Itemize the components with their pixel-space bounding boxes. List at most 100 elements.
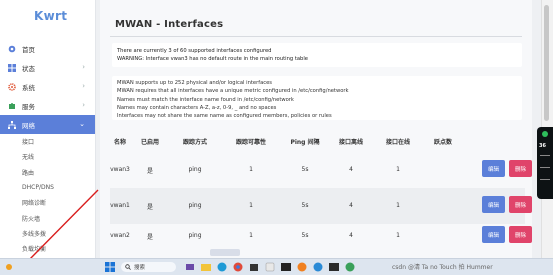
main-content: MWAN - Interfaces There are currently 3 … xyxy=(96,0,536,258)
windows-start-icon[interactable] xyxy=(105,262,115,272)
cell-interval: 5s xyxy=(301,232,309,239)
delete-button[interactable]: 删除 xyxy=(509,160,532,177)
cell-reliability: 1 xyxy=(249,202,253,209)
taskbar-search[interactable]: 搜索 xyxy=(121,262,176,272)
cell-interval: 5s xyxy=(301,166,309,173)
sidebar-subitem-wireless[interactable]: 无线 xyxy=(0,149,95,164)
sidebar-subitem-routes[interactable]: 路由 xyxy=(0,165,95,180)
delete-button[interactable]: 删除 xyxy=(509,196,532,213)
file-explorer-icon[interactable] xyxy=(201,262,211,272)
col-metric: 跃点数 xyxy=(433,139,453,146)
sidebar-item-label: 首页 xyxy=(22,45,35,54)
sidebar-item-status[interactable]: 状态 › xyxy=(0,58,95,77)
col-name: 名称 xyxy=(113,139,127,146)
info-line: MWAN requires that all interfaces have a… xyxy=(117,88,349,95)
divider xyxy=(540,179,550,180)
grid-icon xyxy=(8,63,16,72)
title-divider xyxy=(110,36,522,37)
search-icon xyxy=(125,264,131,270)
divider xyxy=(540,155,550,156)
store-icon[interactable] xyxy=(249,262,259,272)
sidebar-subitem-load-balancing[interactable]: 负载均衡 xyxy=(0,241,95,256)
cell-method: ping xyxy=(188,232,202,239)
app-icon[interactable] xyxy=(297,262,307,272)
sidebar: Kwrt 首页 状态 › 系统 › 服务 › 网络 ⌄ 接口 无线 路由 DHC… xyxy=(0,0,96,258)
sidebar-subitem-multiwan[interactable]: 多线多拨 xyxy=(0,226,95,241)
weather-icon[interactable] xyxy=(4,262,14,272)
info-line: Names must match the interface name foun… xyxy=(117,96,294,103)
app-icon[interactable] xyxy=(345,262,355,272)
edge-browser-icon[interactable] xyxy=(217,262,227,272)
task-view-icon[interactable] xyxy=(185,262,195,272)
sidebar-subitem-dhcp-dns[interactable]: DHCP/DNS xyxy=(0,180,95,195)
cell-reliability: 1 xyxy=(249,166,253,173)
table-row: vwan2 是 ping 1 5s 4 1 编辑 删除 xyxy=(110,218,532,254)
notice-warning: WARNING: Interface vwan3 has no default … xyxy=(117,56,308,62)
puzzle-icon xyxy=(8,102,16,110)
table-header: 名称 已启用 跟踪方式 跟踪可靠性 Ping 间隔 接口离线 接口在线 跃点数 xyxy=(100,133,532,147)
horizontal-scrollbar[interactable] xyxy=(210,249,240,256)
sidebar-item-label: 系统 xyxy=(22,83,35,92)
info-line: Interfaces may not share the same name a… xyxy=(117,113,332,120)
sidebar-item-label: 服务 xyxy=(22,102,35,111)
col-reliability: 跟踪可靠性 xyxy=(235,139,267,146)
sidebar-item-label: 网络 xyxy=(22,121,35,130)
app-icon[interactable] xyxy=(313,262,323,272)
network-icon xyxy=(8,120,16,129)
sidebar-item-label: 状态 xyxy=(22,64,35,73)
status-notice: There are currently 3 of 60 supported in… xyxy=(112,43,522,67)
status-dot-icon xyxy=(542,131,548,137)
app-logo[interactable]: Kwrt xyxy=(34,9,67,23)
terminal-icon[interactable] xyxy=(281,262,291,272)
col-iface-down: 接口离线 xyxy=(338,139,364,146)
sidebar-item-services[interactable]: 服务 › xyxy=(0,96,95,115)
sidebar-subitem-diagnostics[interactable]: 网络诊断 xyxy=(0,195,95,210)
sidebar-item-system[interactable]: 系统 › xyxy=(0,77,95,96)
cell-enabled: 是 xyxy=(146,168,154,175)
cell-up: 1 xyxy=(396,232,400,239)
cell-enabled: 是 xyxy=(146,204,154,211)
page-title: MWAN - Interfaces xyxy=(115,19,224,30)
sidebar-subitem-interfaces[interactable]: 接口 xyxy=(0,134,95,149)
col-track-method: 跟踪方式 xyxy=(182,139,208,146)
watermark-text: csdn @清 Ta no Touch 拍 Hummer xyxy=(392,264,493,271)
sidebar-item-network[interactable]: 网络 ⌄ xyxy=(0,115,95,134)
info-line: MWAN supports up to 252 physical and/or … xyxy=(117,80,272,86)
search-placeholder: 搜索 xyxy=(134,265,146,271)
info-notice: MWAN supports up to 252 physical and/or … xyxy=(112,76,522,120)
cell-up: 1 xyxy=(396,166,400,173)
info-line: Names may contain characters A-Z, a-z, 0… xyxy=(117,104,277,111)
sidebar-item-home[interactable]: 首页 xyxy=(0,39,95,58)
cell-name: vwan2 xyxy=(110,232,130,239)
content-panel: MWAN - Interfaces There are currently 3 … xyxy=(100,0,532,258)
sidebar-menu: 首页 状态 › 系统 › 服务 › 网络 ⌄ 接口 无线 路由 DHCP/DNS… xyxy=(0,39,95,256)
gear-icon xyxy=(8,82,16,91)
edit-button[interactable]: 编辑 xyxy=(482,226,505,243)
vertical-scrollbar-thumb[interactable] xyxy=(544,5,549,121)
cell-interval: 5s xyxy=(301,202,309,209)
cell-method: ping xyxy=(188,166,202,173)
edit-button[interactable]: 编辑 xyxy=(482,160,505,177)
col-enabled: 已启用 xyxy=(140,139,160,146)
delete-button[interactable]: 删除 xyxy=(509,226,532,243)
sidebar-subitem-firewall[interactable]: 防火墙 xyxy=(0,210,95,225)
table-row: vwan3 是 ping 1 5s 4 1 编辑 删除 xyxy=(110,152,532,188)
chevron-right-icon: › xyxy=(82,63,85,71)
cell-up: 1 xyxy=(396,202,400,209)
cell-method: ping xyxy=(188,202,202,209)
app-icon[interactable] xyxy=(329,262,339,272)
dashboard-icon xyxy=(8,45,16,53)
tray-widget[interactable]: 36 xyxy=(537,127,553,199)
app-icon[interactable] xyxy=(265,262,275,272)
notice-count: There are currently 3 of 60 supported in… xyxy=(117,48,272,54)
chevron-right-icon: › xyxy=(82,101,85,109)
divider xyxy=(540,167,550,168)
edit-button[interactable]: 编辑 xyxy=(482,196,505,213)
cell-reliability: 1 xyxy=(249,232,253,239)
cell-enabled: 是 xyxy=(146,234,154,241)
widget-value: 36 xyxy=(539,143,546,149)
cell-down: 4 xyxy=(349,202,353,209)
cell-down: 4 xyxy=(349,166,353,173)
chevron-down-icon: ⌄ xyxy=(79,120,85,128)
chrome-icon[interactable] xyxy=(233,262,243,272)
